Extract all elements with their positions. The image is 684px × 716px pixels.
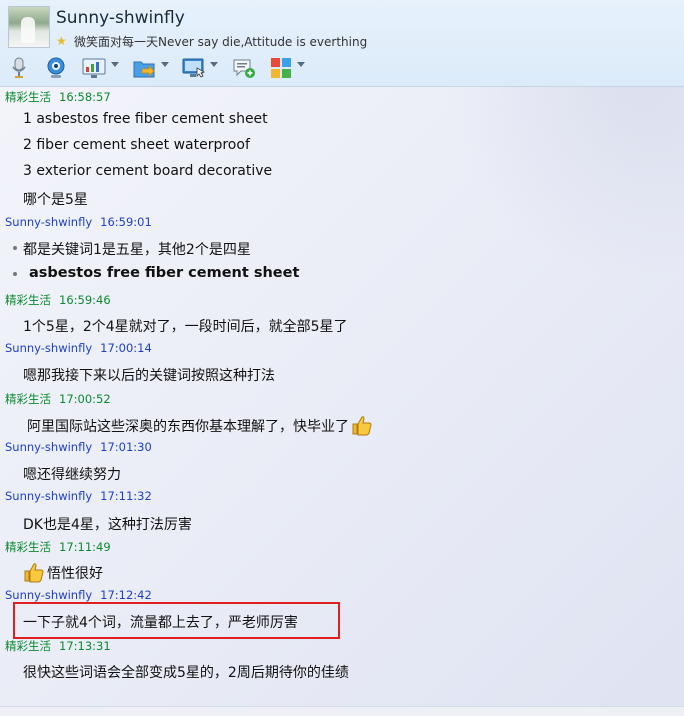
- message-header: 精彩生活 16:59:46: [5, 292, 111, 308]
- message-time: 17:12:42: [100, 588, 152, 602]
- message-text: 都是关键词1是五星，其他2个是四星: [23, 242, 251, 258]
- chevron-down-icon[interactable]: [297, 62, 305, 67]
- message-text: 1 asbestos free fiber cement sheet: [23, 111, 268, 127]
- sender-name: Sunny-shwinfly: [5, 588, 93, 602]
- message-time: 17:00:52: [59, 392, 111, 406]
- sender-name: 精彩生活: [5, 293, 51, 307]
- message-text: 1个5星，2个4星就对了，一段时间后，就全部5星了: [23, 319, 348, 335]
- chevron-down-icon[interactable]: [161, 62, 169, 67]
- message-time: 17:00:14: [100, 341, 152, 355]
- remote-desktop-icon[interactable]: [182, 56, 206, 80]
- message-line: 悟性很好: [23, 561, 103, 587]
- apps-icon[interactable]: [269, 56, 293, 80]
- contact-name: Sunny-shwinfly: [56, 8, 185, 28]
- sender-name: Sunny-shwinfly: [5, 341, 93, 355]
- message-time: 17:11:49: [59, 540, 111, 554]
- message-text: 嗯还得继续努力: [23, 467, 121, 483]
- toolbar: [0, 54, 684, 84]
- sender-name: Sunny-shwinfly: [5, 489, 93, 503]
- sender-name: 精彩生活: [5, 392, 51, 406]
- message-line: 阿里国际站这些深奥的东西你基本理解了，快毕业了: [27, 414, 373, 440]
- highlight-box: [13, 602, 340, 639]
- message-time: 16:59:01: [100, 215, 152, 229]
- webcam-icon[interactable]: [44, 56, 68, 80]
- message-time: 17:13:31: [59, 639, 111, 653]
- file-transfer-icon[interactable]: [133, 56, 157, 80]
- sender-name: 精彩生活: [5, 90, 51, 104]
- avatar[interactable]: [8, 6, 50, 48]
- message-header: 精彩生活 16:58:57: [5, 89, 111, 105]
- message-text-bold: asbestos free fiber cement sheet: [29, 265, 299, 281]
- thumbs-up-icon: [23, 561, 45, 587]
- message-header: Sunny-shwinfly 17:01:30: [5, 440, 152, 454]
- screen-share-icon[interactable]: [82, 56, 106, 80]
- message-text: DK也是4星，这种打法厉害: [23, 517, 192, 533]
- message-header: Sunny-shwinfly 17:11:32: [5, 489, 152, 503]
- message-header: Sunny-shwinfly 16:59:01: [5, 215, 152, 229]
- message-text: 很快这些词语会全部变成5星的，2周后期待你的佳绩: [23, 665, 349, 681]
- input-area-edge: [0, 706, 684, 716]
- message-time: 16:58:57: [59, 90, 111, 104]
- thumbs-up-icon: [351, 414, 373, 440]
- message-text: 悟性很好: [47, 566, 103, 582]
- message-text: 阿里国际站这些深奥的东西你基本理解了，快毕业了: [27, 419, 349, 435]
- microphone-icon[interactable]: [7, 56, 31, 80]
- contact-signature: 微笑面对每一天Never say die,Attitude is everthi…: [74, 35, 368, 49]
- sender-name: 精彩生活: [5, 639, 51, 653]
- message-text: 嗯那我接下来以后的关键词按照这种打法: [23, 368, 275, 384]
- message-time: 17:11:32: [100, 489, 152, 503]
- chevron-down-icon[interactable]: [210, 62, 218, 67]
- message-text: 2 fiber cement sheet waterproof: [23, 137, 250, 153]
- message-text: 3 exterior cement board decorative: [23, 163, 273, 179]
- chat-window: Sunny-shwinfly ★ 微笑面对每一天Never say die,At…: [0, 0, 684, 716]
- message-list[interactable]: 精彩生活 16:58:57 1 asbestos free fiber cemen…: [0, 87, 684, 716]
- message-header: 精彩生活 17:11:49: [5, 539, 111, 555]
- add-chat-icon[interactable]: [232, 56, 256, 80]
- bullet-icon: [13, 246, 17, 250]
- chevron-down-icon[interactable]: [111, 62, 119, 67]
- title-bar: Sunny-shwinfly ★ 微笑面对每一天Never say die,At…: [0, 0, 684, 86]
- message-text: asbestos free fiber cement sheet: [29, 265, 300, 281]
- sender-name: Sunny-shwinfly: [5, 215, 93, 229]
- message-time: 17:01:30: [100, 440, 152, 454]
- sender-name: Sunny-shwinfly: [5, 440, 93, 454]
- bullet-icon: [13, 272, 17, 276]
- message-header: 精彩生活 17:00:52: [5, 391, 111, 407]
- message-text: 哪个是5星: [23, 192, 88, 208]
- sender-name: 精彩生活: [5, 540, 51, 554]
- message-header: Sunny-shwinfly 17:00:14: [5, 341, 152, 355]
- message-time: 16:59:46: [59, 293, 111, 307]
- message-header: 精彩生活 17:13:31: [5, 638, 111, 654]
- star-icon: ★: [56, 34, 67, 48]
- message-header: Sunny-shwinfly 17:12:42: [5, 588, 152, 602]
